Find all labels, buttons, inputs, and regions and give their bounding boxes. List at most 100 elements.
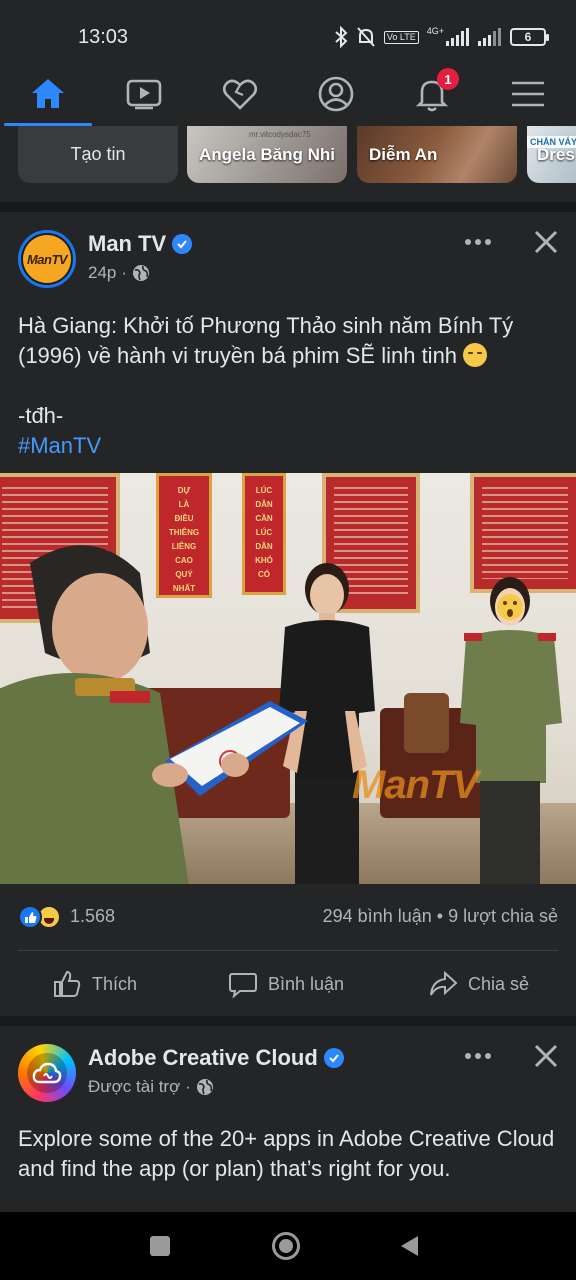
story-tag: CHẮN VÁY	[527, 136, 576, 148]
post-text-line: Hà Giang: Khởi tố Phương Thảo sinh năm B…	[18, 313, 514, 368]
recents-button[interactable]	[144, 1230, 176, 1262]
share-button[interactable]: Chia sẻ	[428, 966, 529, 1002]
comment-label: Bình luận	[268, 973, 345, 994]
mantv-logo: ManTV	[23, 235, 71, 283]
system-navigation-bar	[0, 1212, 576, 1280]
adobe-avatar[interactable]	[18, 1044, 76, 1102]
engagement-counts: 294 bình luận • 9 lượt chia sẻ	[323, 906, 558, 927]
photo-chair-back	[404, 693, 449, 753]
nav-menu[interactable]	[480, 62, 576, 126]
reaction-count: 1.568	[70, 906, 116, 926]
post-hashtag[interactable]: #ManTV	[18, 431, 558, 461]
nav-notifications[interactable]: 1	[384, 62, 480, 126]
story-item[interactable]: CHẮN VÁY Dres	[527, 126, 576, 183]
verified-badge-icon	[172, 234, 193, 254]
volte-indicator: Vo LTE	[383, 30, 419, 44]
facebook-app-screen: 13:03 Vo LTE 4G+ 6 1 Tạo tin mr.vitcodys…	[0, 0, 576, 1280]
dot	[475, 239, 481, 245]
more-options-button[interactable]	[460, 232, 496, 252]
ad-page-name-text: Adobe Creative Cloud	[88, 1045, 318, 1070]
battery-indicator: 6	[510, 28, 549, 46]
like-button[interactable]: Thích	[52, 966, 137, 1002]
dot	[475, 1053, 481, 1059]
banner-text: LÚC	[255, 528, 273, 537]
banner-text: DỰ	[177, 486, 191, 495]
adobe-cc-logo-icon	[27, 1053, 67, 1093]
reactions-summary[interactable]: 1.568 294 bình luận • 9 lượt chia sẻ	[18, 902, 558, 932]
ad-meta: Được tài trợ ·	[88, 1077, 214, 1097]
nav-home[interactable]	[0, 62, 96, 126]
video-icon	[126, 79, 162, 110]
dot	[465, 1053, 471, 1059]
count-separator: •	[436, 906, 444, 926]
stories-tray: Tạo tin mr.vitcodysdac75 Angela Băng Nhi…	[0, 126, 576, 202]
create-story-label: Tạo tin	[70, 144, 126, 164]
close-icon	[534, 230, 558, 254]
ad-page-name[interactable]: Adobe Creative Cloud	[88, 1045, 344, 1071]
footer-divider	[18, 950, 558, 951]
post-page-name[interactable]: Man TV	[88, 231, 193, 257]
story-item[interactable]: Diễm An	[357, 126, 517, 183]
mute-bell-icon	[357, 27, 375, 47]
battery-level: 6	[524, 30, 532, 44]
photo-watermark: ManTV	[352, 763, 479, 807]
comments-count[interactable]: 294 bình luận	[323, 906, 432, 926]
ad-body-text: Explore some of the 20+ apps in Adobe Cr…	[18, 1126, 555, 1181]
verified-badge-icon	[323, 1048, 344, 1068]
top-nav-bar: 1	[0, 62, 576, 126]
signal-icon-2	[478, 28, 501, 46]
post-meta: 24p ·	[88, 263, 150, 283]
dot	[465, 239, 471, 245]
notification-badge: 1	[437, 68, 459, 90]
back-triangle-icon	[401, 1236, 418, 1256]
post-signature: -tđh-	[18, 403, 64, 428]
story-name: Diễm An	[369, 144, 438, 164]
nav-video[interactable]	[96, 62, 192, 126]
close-icon	[534, 1044, 558, 1068]
like-reaction-icon	[18, 905, 42, 929]
photo-hands	[152, 753, 249, 787]
hide-ad-button[interactable]	[530, 1040, 562, 1072]
create-story-button[interactable]: Tạo tin	[18, 126, 178, 183]
status-bar: 13:03 Vo LTE 4G+ 6	[0, 0, 576, 62]
shares-count[interactable]: 9 lượt chia sẻ	[448, 906, 558, 926]
comment-button[interactable]: Bình luận	[228, 966, 344, 1002]
comment-icon	[229, 973, 257, 999]
relieved-face-emoji-icon	[463, 343, 488, 367]
ad-more-options-button[interactable]	[460, 1046, 496, 1066]
thumbs-up-icon	[54, 970, 81, 997]
status-time: 13:03	[78, 26, 129, 48]
story-name: Angela Băng Nhi	[199, 144, 336, 164]
banner-text: DÂN	[255, 542, 273, 551]
photo-person-right	[460, 577, 562, 884]
post-photo[interactable]: DỰ LÀ ĐIỀU THIÊNG LIÊNG CAO QUÝ NHẤT LÚC…	[0, 473, 576, 884]
back-button[interactable]	[394, 1230, 426, 1262]
banner-text: CẦN	[255, 514, 273, 523]
page-avatar[interactable]: ManTV	[18, 230, 76, 288]
nav-profile[interactable]	[288, 62, 384, 126]
home-button[interactable]	[270, 1230, 302, 1262]
meta-dot: ·	[121, 263, 128, 282]
banner-text: DÂN	[255, 500, 273, 509]
meta-dot: ·	[185, 1077, 191, 1096]
recents-icon	[150, 1236, 170, 1256]
hide-post-button[interactable]	[530, 226, 562, 258]
network-type: 4G+	[426, 26, 444, 36]
nav-dating[interactable]	[192, 62, 288, 126]
post-time[interactable]: 24p	[88, 263, 116, 283]
menu-icon	[512, 81, 544, 107]
reaction-icons	[18, 905, 61, 929]
like-label: Thích	[92, 973, 138, 994]
globe-icon	[133, 265, 150, 281]
banner-text: LÚC	[255, 486, 273, 495]
photo-person-left	[0, 545, 189, 884]
share-icon	[430, 970, 458, 996]
dot	[485, 1053, 491, 1059]
dating-icon	[222, 79, 258, 110]
dot	[485, 239, 491, 245]
sponsored-label[interactable]: Được tài trợ	[88, 1077, 180, 1097]
story-item[interactable]: mr.vitcodysdac75 Angela Băng Nhi	[187, 126, 347, 183]
globe-icon	[196, 1079, 213, 1095]
profile-icon	[318, 76, 354, 112]
